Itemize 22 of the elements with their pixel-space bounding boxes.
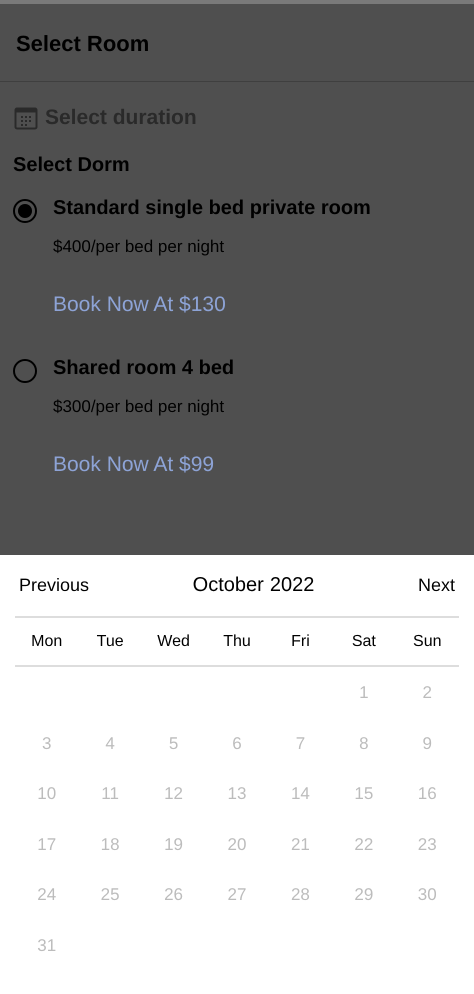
- weekday-label: Mon: [31, 632, 62, 650]
- room-price: $400/per bed per night: [53, 237, 224, 257]
- section-heading: Select Dorm: [12, 153, 130, 177]
- next-button[interactable]: Next: [418, 575, 455, 596]
- previous-button[interactable]: Previous: [19, 575, 90, 596]
- weekday-label: Sat: [352, 632, 376, 650]
- room-name: Standard single bed private room: [53, 197, 371, 221]
- radio-button[interactable]: [13, 199, 37, 223]
- room-name: Shared room 4 bed: [53, 357, 234, 381]
- book-link[interactable]: Book Now At $130: [53, 293, 226, 317]
- year-label: 2022: [270, 574, 314, 597]
- weekday-label: Sun: [413, 632, 442, 650]
- weekday-label: Wed: [157, 632, 190, 650]
- room-price: $300/per bed per night: [53, 397, 224, 417]
- radio-button[interactable]: [13, 359, 37, 383]
- weekday-label: Fri: [291, 632, 310, 650]
- book-link[interactable]: Book Now At $99: [53, 453, 214, 477]
- month-label: October: [192, 574, 264, 597]
- weekday-label: Tue: [96, 632, 124, 650]
- page-title: Select Room: [16, 30, 150, 56]
- weekday-label: Thu: [223, 632, 251, 650]
- calendar-icon: [14, 106, 38, 130]
